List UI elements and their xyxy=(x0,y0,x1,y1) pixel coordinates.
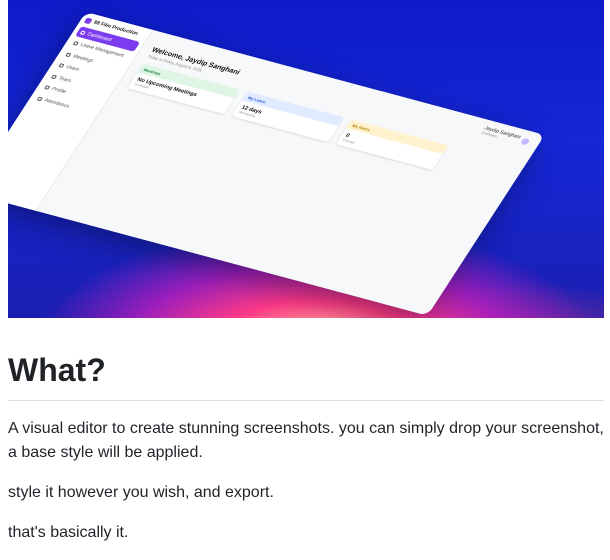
nav-label: Dashboard xyxy=(86,31,114,43)
hero-preview-image: 88 Film Production Dashboard Leave Manag… xyxy=(8,0,604,318)
paragraph-closing: that's basically it. xyxy=(8,524,129,541)
profile-icon xyxy=(44,85,51,90)
nav-label: Users xyxy=(64,64,81,73)
paragraph-style: style it however you wish, and export. xyxy=(8,484,274,501)
attendance-icon xyxy=(36,96,44,101)
nav-label: Attendance xyxy=(43,97,72,110)
section-heading: What? xyxy=(8,352,604,401)
calendar-icon xyxy=(72,41,79,46)
nav-label: Team xyxy=(57,75,73,84)
nav-label: Meetings xyxy=(71,53,95,64)
readme-page: 88 Film Production Dashboard Leave Manag… xyxy=(0,0,610,545)
users-icon xyxy=(58,63,65,68)
team-icon xyxy=(51,74,58,79)
dashboard-mockup: 88 Film Production Dashboard Leave Manag… xyxy=(8,12,545,316)
meeting-icon xyxy=(65,52,72,57)
tilted-app-screenshot: 88 Film Production Dashboard Leave Manag… xyxy=(8,12,545,316)
paragraph-intro: A visual editor to create stunning scree… xyxy=(8,420,604,461)
mockup-cards: Meetings No Upcoming Meetings Schedule My… xyxy=(127,63,515,188)
logo-icon xyxy=(83,17,93,25)
nav-label: Profile xyxy=(50,86,68,96)
dashboard-icon xyxy=(79,30,87,35)
avatar xyxy=(520,137,531,146)
